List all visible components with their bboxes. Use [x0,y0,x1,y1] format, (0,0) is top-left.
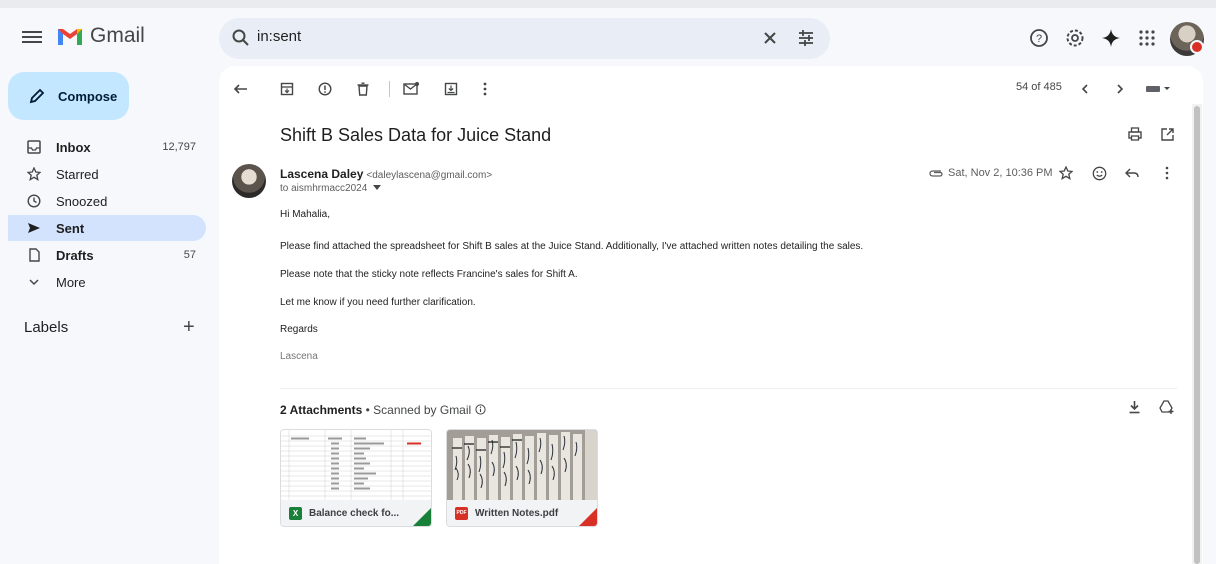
draft-icon [26,248,42,262]
sidebar-item-label: More [56,274,86,290]
draft-count: 57 [183,249,196,261]
attachment-spreadsheet[interactable]: X Balance check fo... [280,429,432,527]
search-options-icon[interactable] [796,28,816,48]
search-icon[interactable] [231,28,251,48]
clock-icon [26,194,42,208]
previous-message-icon[interactable] [1075,79,1095,99]
print-icon[interactable] [1125,124,1145,144]
svg-text:?: ? [1036,33,1042,45]
email-meta: Sat, Nov 2, 10:36 PM [928,167,1053,179]
body-closing: Regards [280,324,318,335]
emoji-reaction-icon[interactable] [1089,163,1109,183]
unread-count: 12,797 [162,141,196,153]
chevron-down-icon [26,276,42,288]
back-arrow-icon[interactable] [231,79,251,99]
caret-down-icon[interactable] [373,185,382,191]
compose-label: Compose [58,88,118,104]
scrollbar-thumb[interactable] [1194,106,1200,564]
next-message-icon[interactable] [1110,79,1130,99]
main-menu-icon[interactable] [22,28,42,48]
gemini-sparkle-icon[interactable] [1100,27,1122,49]
more-vertical-icon[interactable] [1157,163,1177,183]
scanned-label: Scanned by Gmail [373,403,472,417]
info-icon[interactable] [474,404,486,415]
attachment-clip-icon [929,170,943,177]
attachment-name: Balance check fo... [309,507,400,519]
sidebar-item-sent[interactable]: Sent [8,215,206,241]
report-spam-icon[interactable] [315,79,335,99]
sender-avatar[interactable] [232,164,266,198]
compose-button[interactable]: Compose [8,72,129,120]
inbox-icon [26,140,42,154]
pagination-label: 54 of 485 [1016,81,1062,93]
alert-badge [1190,40,1204,54]
move-to-icon[interactable] [441,79,461,99]
body-greeting: Hi Mahalia, [280,209,331,220]
attachment-footer: PDF Written Notes.pdf [447,500,597,526]
sidebar-item-more[interactable]: More [8,269,206,295]
star-icon[interactable] [1056,163,1076,183]
email-date: Sat, Nov 2, 10:36 PM [948,167,1053,179]
open-new-window-icon[interactable] [1157,124,1177,144]
spreadsheet-thumbnail [281,430,431,500]
sidebar-item-drafts[interactable]: Drafts 57 [8,242,206,268]
file-type-corner [413,508,431,526]
sender-email: <daleylascena@gmail.com> [366,170,493,181]
more-vertical-icon[interactable] [475,79,495,99]
search-bar[interactable] [219,18,830,59]
attachments-header: 2 Attachments • Scanned by Gmail [280,403,486,417]
apps-grid-icon[interactable] [1136,27,1158,49]
app-name: Gmail [90,24,145,47]
sidebar-item-label: Starred [56,166,99,182]
body-signature: Lascena [280,351,318,362]
add-to-drive-icon[interactable] [1157,397,1177,417]
sender-name[interactable]: Lascena Daley [280,167,363,181]
gmail-m-icon [58,29,82,45]
sidebar-item-snoozed[interactable]: Snoozed [8,188,206,214]
labels-heading: Labels [24,319,69,336]
sidebar-item-label: Inbox [56,139,91,155]
email-subject: Shift B Sales Data for Juice Stand [280,125,552,145]
sidebar-item-label: Drafts [56,247,94,263]
search-input[interactable] [257,28,737,45]
archive-icon[interactable] [277,79,297,99]
sheets-file-icon: X [289,506,302,520]
reply-icon[interactable] [1122,163,1142,183]
file-type-corner [579,508,597,526]
pencil-icon [29,88,45,104]
sidebar-item-starred[interactable]: Starred [8,161,206,187]
recipient-line[interactable]: to aismhrmacc2024 [280,183,382,194]
pdf-thumbnail [447,430,597,500]
send-icon [26,221,42,235]
top-border [0,0,1216,8]
toolbar-divider [389,81,390,97]
recipient-text: to aismhrmacc2024 [280,183,368,194]
mark-unread-icon[interactable] [401,79,421,99]
pdf-file-icon: PDF [455,506,468,520]
sidebar-item-label: Sent [56,220,85,236]
body-paragraph: Please find attached the spreadsheet for… [280,241,864,252]
body-paragraph: Please note that the sticky note reflect… [280,269,578,280]
attachment-pdf[interactable]: PDF Written Notes.pdf [446,429,598,527]
close-icon[interactable] [760,28,780,48]
download-all-icon[interactable] [1124,397,1144,417]
attachment-footer: X Balance check fo... [281,500,431,526]
gmail-logo[interactable]: Gmail [56,24,145,48]
help-icon[interactable]: ? [1028,27,1050,49]
star-icon [26,167,42,181]
sidebar-item-inbox[interactable]: Inbox 12,797 [8,134,206,160]
delete-icon[interactable] [353,79,373,99]
attachment-name: Written Notes.pdf [475,507,559,519]
sidebar-item-label: Snoozed [56,193,108,209]
attachments-divider [280,388,1177,389]
attachments-count: 2 Attachments [280,403,363,417]
body-paragraph: Let me know if you need further clarific… [280,297,476,308]
sender: Lascena Daley <daleylascena@gmail.com> [280,167,492,181]
gear-icon[interactable] [1064,27,1086,49]
add-label-button[interactable]: + [183,316,195,339]
input-tools-icon[interactable] [1145,79,1173,99]
message-panel: 54 of 485 Shift B Sales Data for Juice S… [219,66,1203,564]
